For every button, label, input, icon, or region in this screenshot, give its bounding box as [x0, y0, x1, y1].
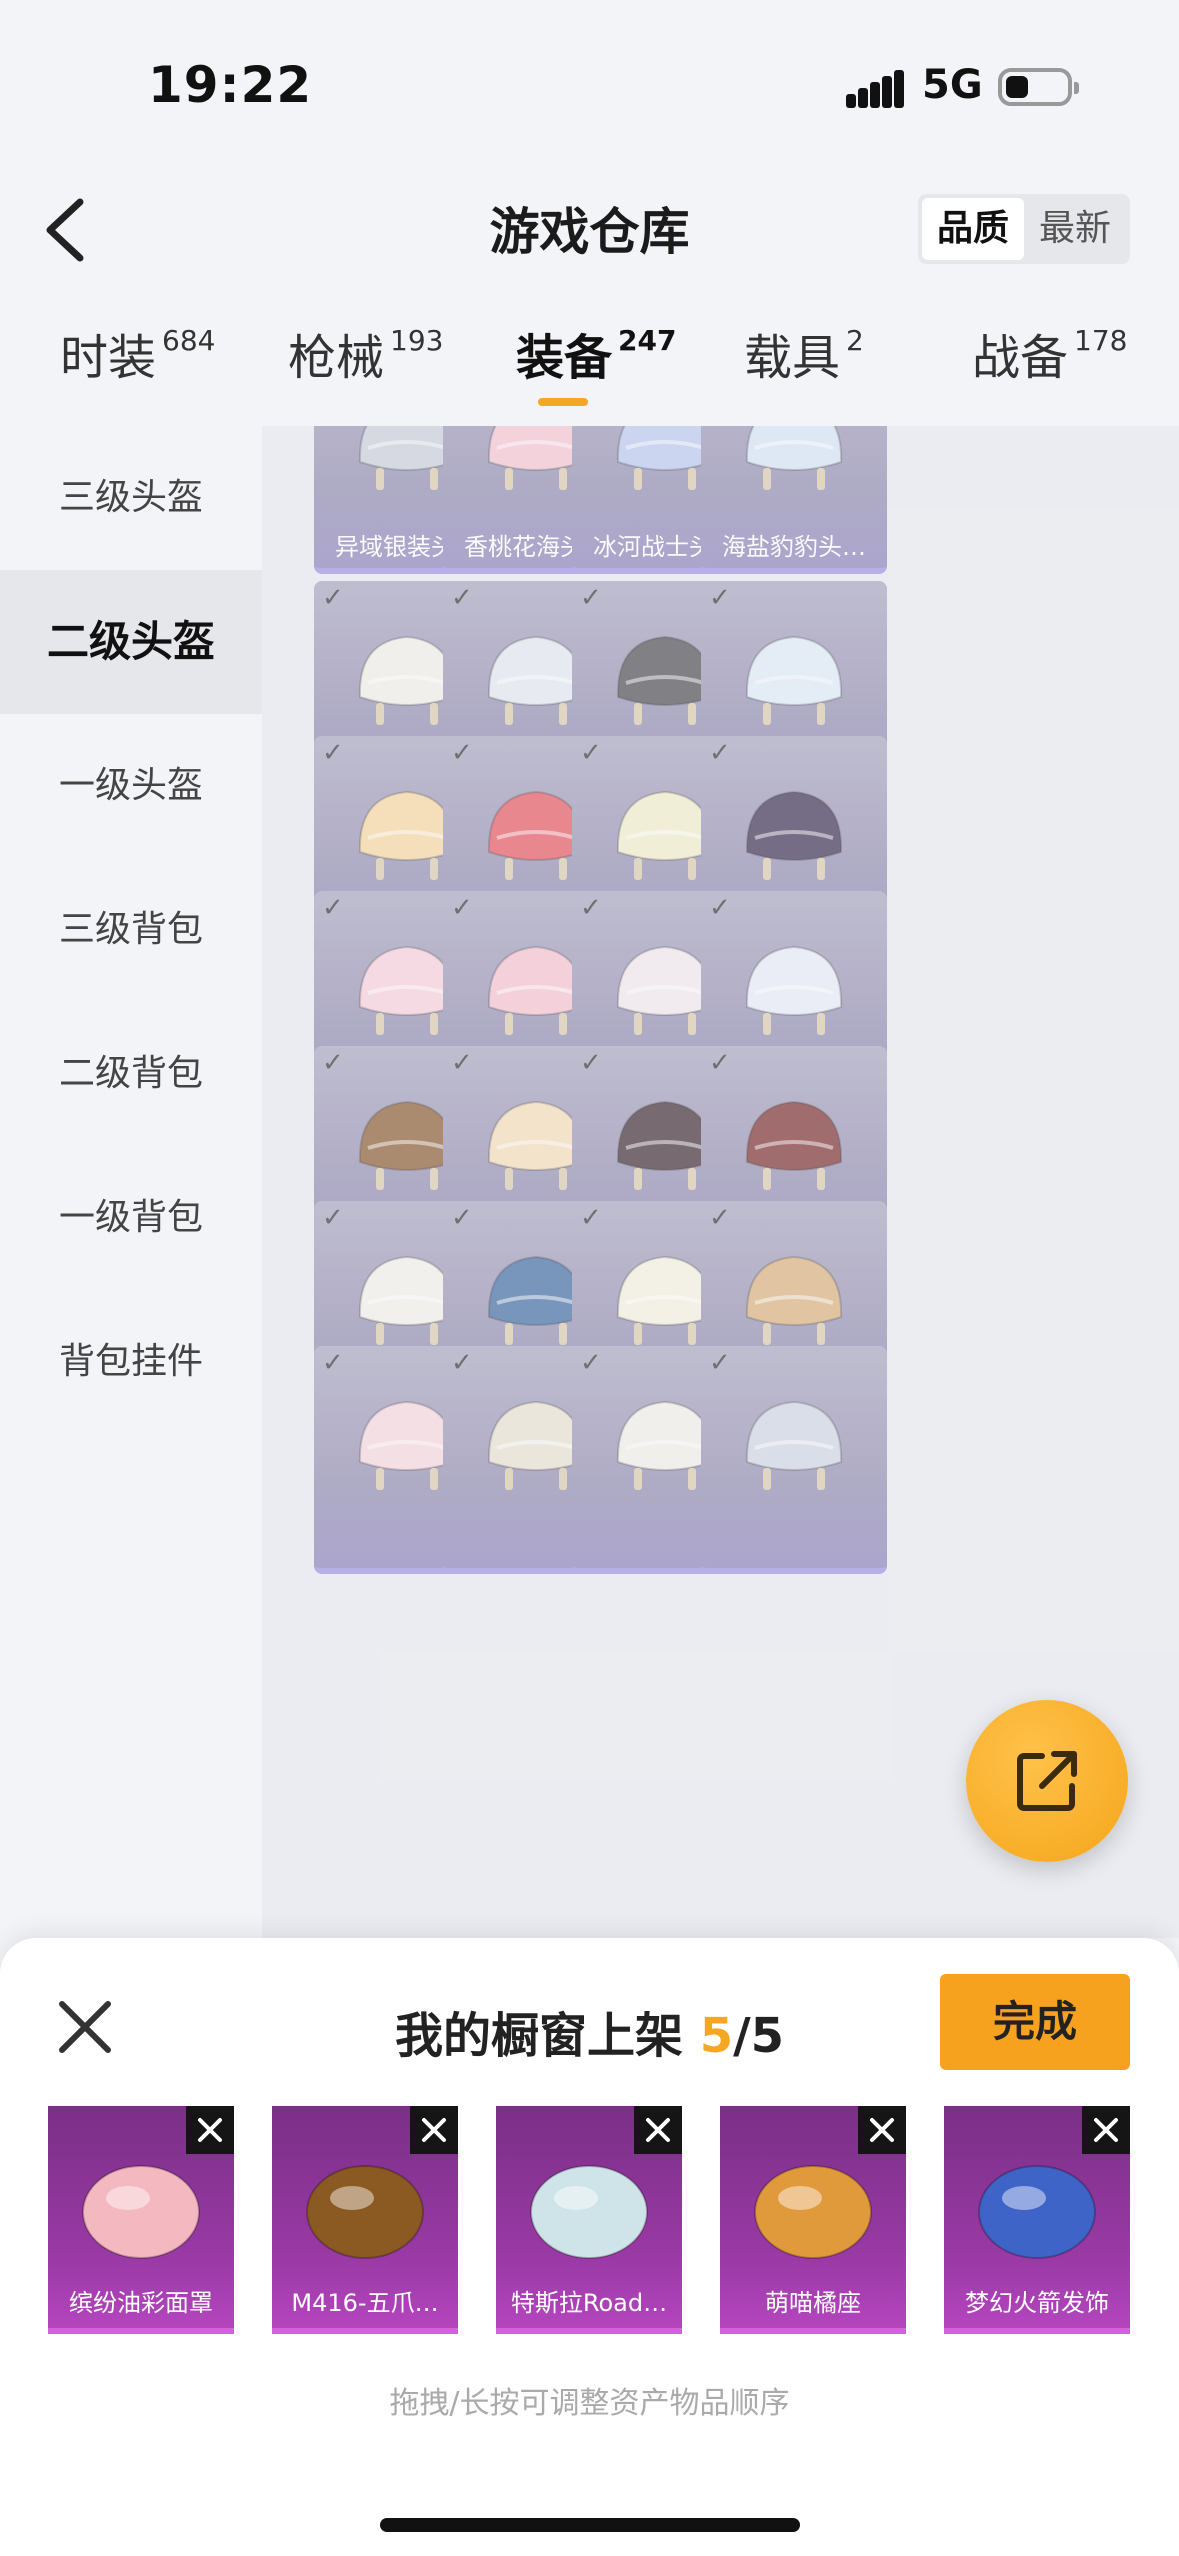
tab-label: 时装 [60, 330, 157, 386]
check-icon: ✓ [709, 893, 731, 923]
status-time: 19:22 [148, 56, 313, 114]
close-icon [198, 2118, 222, 2142]
done-button[interactable]: 完成 [940, 1974, 1130, 2070]
showcase-count: 5 [699, 2008, 734, 2064]
tab-count: 247 [618, 324, 677, 357]
tab-count: 193 [390, 324, 444, 357]
showcase-item-name: M416-五爪… [291, 2289, 439, 2317]
showcase-item[interactable]: 缤纷油彩面罩 [48, 2106, 234, 2334]
tab-weapons[interactable]: 枪械 193 [288, 318, 443, 388]
helmet-icon [745, 945, 843, 1035]
sort-option-quality[interactable]: 品质 [922, 198, 1024, 260]
tab-count: 178 [1074, 324, 1128, 357]
helmet-icon [745, 1255, 843, 1345]
check-icon: ✓ [709, 1048, 731, 1078]
check-icon: ✓ [580, 893, 602, 923]
check-icon: ✓ [709, 738, 731, 768]
check-icon: ✓ [451, 1048, 473, 1078]
sidebar-item-backpack-charm[interactable]: 背包挂件 [0, 1290, 262, 1434]
check-icon: ✓ [322, 583, 344, 613]
item-art-icon [978, 2165, 1096, 2259]
home-indicator [380, 2518, 800, 2532]
check-icon: ✓ [451, 1348, 473, 1378]
showcase-item-name: 缤纷油彩面罩 [69, 2289, 213, 2317]
close-icon [422, 2118, 446, 2142]
tab-fashion[interactable]: 时装 684 [60, 318, 215, 388]
item-art-icon [754, 2165, 872, 2259]
helmet-icon [745, 1400, 843, 1490]
showcase-items: 缤纷油彩面罩 M416-五爪… 特斯拉Road… 萌喵橘座 梦幻火箭发饰 [48, 2106, 1148, 2334]
check-icon: ✓ [451, 893, 473, 923]
showcase-item[interactable]: 梦幻火箭发饰 [944, 2106, 1130, 2334]
check-icon: ✓ [322, 738, 344, 768]
tab-label: 战备 [972, 330, 1069, 386]
check-icon: ✓ [322, 893, 344, 923]
check-icon: ✓ [580, 1048, 602, 1078]
inventory-item[interactable]: ✓ [701, 1346, 887, 1574]
sidebar-item-level2-helmet[interactable]: 二级头盔 [0, 570, 262, 714]
sidebar-item-level1-backpack[interactable]: 一级背包 [0, 1146, 262, 1290]
category-tabs: 时装 684 枪械 193 装备 247 载具 2 战备 178 [0, 318, 1179, 418]
sheet-title-text: 我的橱窗上架 [394, 2008, 683, 2064]
sidebar-item-level3-backpack[interactable]: 三级背包 [0, 858, 262, 1002]
sort-switch: 品质 最新 [918, 194, 1130, 264]
item-art-icon [530, 2165, 648, 2259]
check-icon: ✓ [322, 1203, 344, 1233]
sidebar-item-level1-helmet[interactable]: 一级头盔 [0, 714, 262, 858]
tab-count: 2 [846, 324, 864, 357]
inventory-item[interactable]: ✓海盐豹豹头… [701, 426, 887, 574]
helmet-icon [745, 790, 843, 880]
check-icon: ✓ [451, 1203, 473, 1233]
tab-supplies[interactable]: 战备 178 [972, 318, 1127, 388]
check-icon: ✓ [580, 583, 602, 613]
item-name: 海盐豹豹头… [722, 533, 866, 561]
reorder-hint: 拖拽/长按可调整资产物品顺序 [389, 2386, 790, 2421]
tab-label: 枪械 [288, 330, 385, 386]
item-art-icon [82, 2165, 200, 2259]
battery-icon [998, 68, 1079, 106]
check-icon: ✓ [580, 1203, 602, 1233]
signal-icon [846, 68, 906, 108]
helmet-icon [745, 1100, 843, 1190]
share-icon [1017, 1751, 1077, 1811]
check-icon: ✓ [322, 1048, 344, 1078]
sidebar-item-level3-helmet[interactable]: 三级头盔 [0, 426, 262, 570]
check-icon: ✓ [709, 1203, 731, 1233]
showcase-item[interactable]: 特斯拉Road… [496, 2106, 682, 2334]
status-bar: 19:22 5G [0, 0, 1179, 170]
tab-label: 装备 [516, 330, 613, 386]
showcase-item[interactable]: 萌喵橘座 [720, 2106, 906, 2334]
close-icon [870, 2118, 894, 2142]
showcase-total: /5 [733, 2008, 785, 2064]
tab-count: 684 [162, 324, 216, 357]
check-icon: ✓ [709, 583, 731, 613]
sidebar-item-level2-backpack[interactable]: 二级背包 [0, 1002, 262, 1146]
item-art-icon [306, 2165, 424, 2259]
tab-label: 载具 [744, 330, 841, 386]
tab-vehicles[interactable]: 载具 2 [744, 318, 864, 388]
active-tab-indicator [538, 398, 588, 406]
check-icon: ✓ [580, 738, 602, 768]
check-icon: ✓ [322, 1348, 344, 1378]
showcase-item-name: 梦幻火箭发饰 [965, 2289, 1109, 2317]
showcase-item-name: 萌喵橘座 [765, 2289, 861, 2317]
check-icon: ✓ [580, 1348, 602, 1378]
check-icon: ✓ [451, 738, 473, 768]
showcase-sheet: 我的橱窗上架 5/5 完成 缤纷油彩面罩 M416-五爪… 特斯拉Road… 萌喵橘座… [0, 1938, 1179, 2556]
helmet-icon [745, 635, 843, 725]
close-icon [1094, 2118, 1118, 2142]
network-label: 5G [922, 62, 983, 108]
share-button[interactable] [966, 1700, 1128, 1862]
sort-option-newest[interactable]: 最新 [1024, 198, 1126, 260]
helmet-icon [745, 426, 843, 490]
showcase-item[interactable]: M416-五爪… [272, 2106, 458, 2334]
tab-equipment[interactable]: 装备 247 [516, 318, 676, 388]
check-icon: ✓ [451, 583, 473, 613]
subcategory-sidebar: 三级头盔 二级头盔 一级头盔 三级背包 二级背包 一级背包 背包挂件 [0, 426, 262, 1938]
showcase-item-name: 特斯拉Road… [510, 2289, 668, 2317]
close-icon [646, 2118, 670, 2142]
check-icon: ✓ [709, 1348, 731, 1378]
